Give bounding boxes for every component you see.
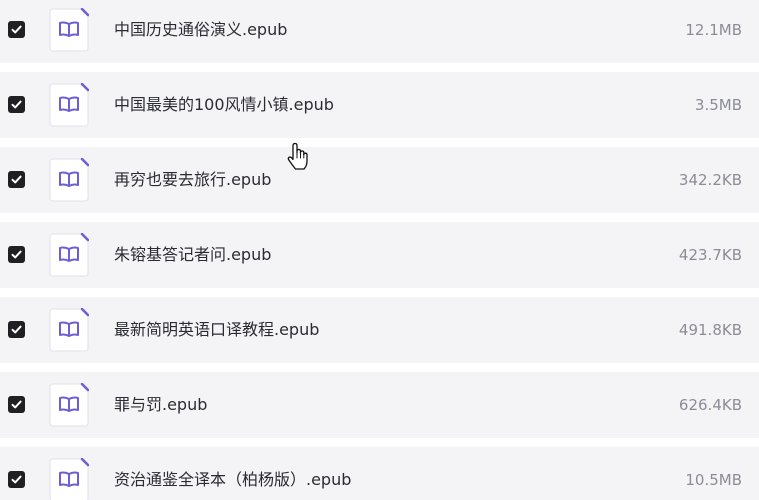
file-name: 中国历史通俗演义.epub (114, 20, 288, 39)
book-file-icon (49, 458, 89, 500)
file-name: 罪与罚.epub (114, 395, 208, 414)
file-size: 491.8KB (678, 321, 742, 339)
checkbox-checked-icon[interactable] (8, 246, 25, 263)
file-size: 12.1MB (685, 21, 742, 39)
file-name: 再穷也要去旅行.epub (114, 170, 272, 189)
file-row[interactable]: 朱镕基答记者问.epub 423.7KB (0, 222, 759, 288)
file-row[interactable]: 资治通鉴全译本（柏杨版）.epub 10.5MB (0, 447, 759, 500)
file-row[interactable]: 罪与罚.epub 626.4KB (0, 372, 759, 438)
file-list: 中国历史通俗演义.epub 12.1MB 中国最美的100风情小镇.epub 3… (0, 0, 759, 500)
checkbox-checked-icon[interactable] (8, 171, 25, 188)
file-size: 3.5MB (694, 96, 742, 114)
book-file-icon (49, 158, 89, 202)
checkbox-checked-icon[interactable] (8, 96, 25, 113)
checkbox-checked-icon[interactable] (8, 396, 25, 413)
file-size: 423.7KB (678, 246, 742, 264)
file-name: 朱镕基答记者问.epub (114, 245, 272, 264)
file-size: 342.2KB (678, 171, 742, 189)
book-file-icon (49, 8, 89, 52)
book-file-icon (49, 83, 89, 127)
checkbox-checked-icon[interactable] (8, 21, 25, 38)
file-size: 626.4KB (678, 396, 742, 414)
checkbox-checked-icon[interactable] (8, 321, 25, 338)
file-name: 资治通鉴全译本（柏杨版）.epub (114, 470, 352, 489)
file-row[interactable]: 中国最美的100风情小镇.epub 3.5MB (0, 72, 759, 138)
book-file-icon (49, 383, 89, 427)
file-name: 最新简明英语口译教程.epub (114, 320, 320, 339)
file-row[interactable]: 中国历史通俗演义.epub 12.1MB (0, 0, 759, 63)
file-name: 中国最美的100风情小镇.epub (114, 95, 334, 114)
book-file-icon (49, 233, 89, 277)
file-row[interactable]: 再穷也要去旅行.epub 342.2KB (0, 147, 759, 213)
file-row[interactable]: 最新简明英语口译教程.epub 491.8KB (0, 297, 759, 363)
book-file-icon (49, 308, 89, 352)
checkbox-checked-icon[interactable] (8, 471, 25, 488)
file-size: 10.5MB (685, 471, 742, 489)
